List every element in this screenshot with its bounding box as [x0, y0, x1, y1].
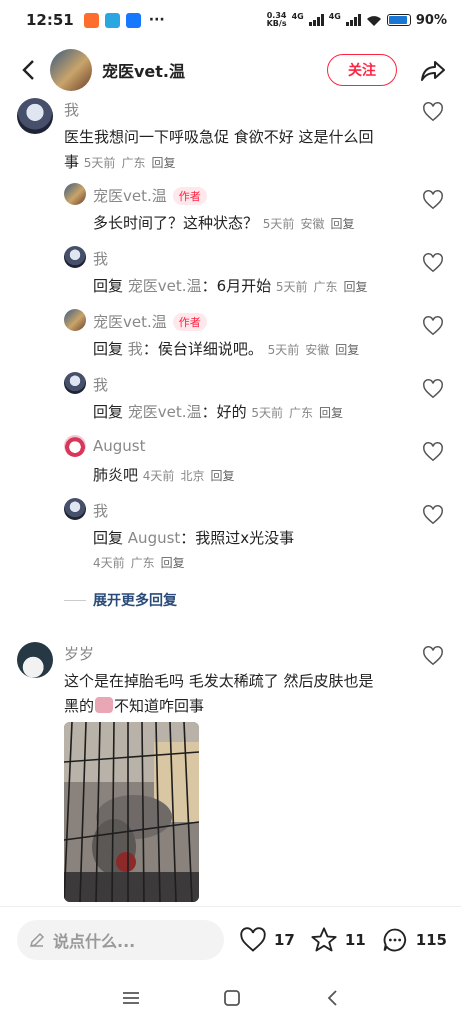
- reply-username[interactable]: August: [93, 437, 146, 455]
- heart-icon[interactable]: [422, 645, 444, 667]
- signal-icon-2: [345, 14, 361, 26]
- avatar[interactable]: [64, 498, 86, 520]
- pencil-icon: [29, 932, 45, 947]
- collect-count: 11: [344, 930, 366, 949]
- heart-icon[interactable]: [422, 315, 444, 337]
- avatar[interactable]: [64, 372, 86, 394]
- reply-text: 回复 August：我照过x光没事 4天前 广东 回复: [93, 529, 295, 570]
- menu-icon[interactable]: [122, 991, 140, 1005]
- alipay-icon: [125, 12, 141, 28]
- more-notifications-icon: ···: [148, 12, 165, 28]
- heart-icon[interactable]: [422, 441, 444, 463]
- avatar[interactable]: [64, 246, 86, 268]
- reply-button[interactable]: 回复: [151, 156, 175, 170]
- comment-username[interactable]: 岁岁: [64, 643, 94, 664]
- expand-more-replies[interactable]: 展开更多回复: [64, 590, 177, 610]
- reply-text: 肺炎吧 4天前 北京 回复: [93, 466, 235, 484]
- comment-bubble-icon: [383, 928, 406, 951]
- heart-icon: [240, 926, 266, 952]
- signal-icon: [308, 14, 324, 26]
- reply-text: 回复 宠医vet.温：好的 5天前 广东 回复: [93, 403, 344, 421]
- like-button[interactable]: 17: [238, 926, 295, 954]
- comment-input[interactable]: 说点什么...: [17, 919, 224, 960]
- avatar[interactable]: [64, 183, 86, 205]
- heart-icon[interactable]: [422, 252, 444, 274]
- bottom-action-bar: 说点什么... 17 11 115: [0, 906, 461, 972]
- reply-username[interactable]: 宠医vet.温 作者: [93, 311, 207, 332]
- heart-icon[interactable]: [422, 378, 444, 400]
- reply-text: 回复 宠医vet.温：6月开始 5天前 广东 回复: [93, 277, 368, 295]
- comment-button[interactable]: 115: [380, 926, 447, 954]
- reply-button[interactable]: 回复: [210, 469, 234, 483]
- top-bar: 宠医vet.温 关注: [0, 40, 461, 100]
- status-bar: 12:51 ··· 0.34 KB/s 4G 4G 90%: [26, 11, 447, 29]
- reply-username[interactable]: 我: [93, 500, 108, 521]
- avatar[interactable]: [17, 98, 53, 134]
- network-speed: 0.34 KB/s: [266, 11, 287, 28]
- avatar[interactable]: [17, 642, 53, 678]
- system-nav-bar: [0, 972, 461, 1024]
- app-notification-icon: [83, 12, 99, 28]
- reply-button[interactable]: 回复: [161, 556, 185, 570]
- author-badge: 作者: [172, 187, 207, 205]
- reply-text: 多长时间了？这种状态？ 5天前 安徽 回复: [93, 214, 355, 232]
- heart-icon[interactable]: [422, 504, 444, 526]
- emoji-icon: [95, 697, 114, 713]
- star-icon: [311, 926, 337, 951]
- comment-text: 医生我想问一下呼吸急促 食欲不好 这是什么回 事 5天前 广东 回复: [64, 128, 374, 171]
- comment-list: 我 医生我想问一下呼吸急促 食欲不好 这是什么回 事 5天前 广东 回复 宠医vet…: [0, 96, 461, 904]
- follow-button[interactable]: 关注: [327, 54, 397, 86]
- comment-count: 115: [415, 930, 447, 949]
- reply-button[interactable]: 回复: [344, 280, 368, 294]
- telegram-icon: [104, 12, 120, 28]
- avatar[interactable]: [64, 435, 86, 457]
- share-icon[interactable]: [419, 56, 447, 84]
- reply-text: 回复 我：侯台详细说吧。 5天前 安徽 回复: [93, 340, 360, 358]
- reply-username[interactable]: 宠医vet.温 作者: [93, 185, 207, 206]
- heart-icon[interactable]: [422, 189, 444, 211]
- like-count: 17: [273, 930, 295, 949]
- comment-username[interactable]: 我: [64, 99, 79, 120]
- reply-username[interactable]: 我: [93, 248, 108, 269]
- collect-button[interactable]: 11: [309, 926, 366, 954]
- author-avatar[interactable]: [50, 49, 92, 91]
- status-time: 12:51: [26, 11, 74, 29]
- chevron-left-icon[interactable]: [14, 57, 44, 83]
- reply-button[interactable]: 回复: [335, 343, 359, 357]
- reply-button[interactable]: 回复: [330, 217, 354, 231]
- battery-percent: 90%: [415, 12, 447, 28]
- comment-text: 这个是在掉胎毛吗 毛发太稀疏了 然后皮肤也是 黑的 不知道咋回事: [64, 672, 374, 715]
- comment-image[interactable]: [64, 722, 199, 902]
- battery-icon: [386, 14, 411, 26]
- reply-username[interactable]: 我: [93, 374, 108, 395]
- avatar[interactable]: [64, 309, 86, 331]
- heart-icon[interactable]: [422, 101, 444, 123]
- author-badge: 作者: [172, 313, 207, 331]
- back-icon[interactable]: [325, 989, 339, 1007]
- wifi-icon: [366, 15, 381, 26]
- author-name[interactable]: 宠医vet.温: [102, 58, 185, 82]
- home-icon[interactable]: [223, 989, 241, 1007]
- reply-button[interactable]: 回复: [319, 406, 343, 420]
